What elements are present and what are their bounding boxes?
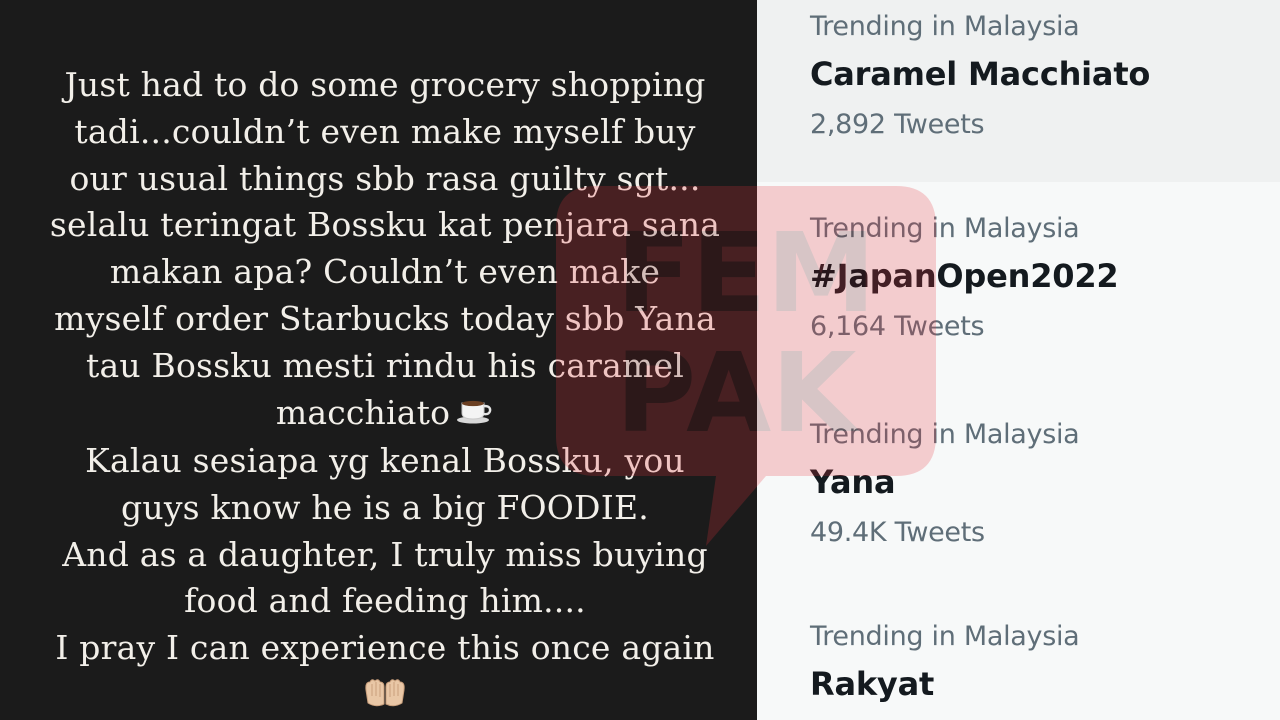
- trend-item[interactable]: Trending in Malaysia #JapanOpen2022 6,16…: [757, 182, 1280, 386]
- trend-item[interactable]: Trending in Malaysia Yana 49.4K Tweets: [757, 386, 1280, 590]
- trend-tweet-count: 49.4K Tweets: [810, 517, 985, 548]
- story-line: tadi...couldn’t even make myself buy: [74, 111, 696, 151]
- coffee-cup-icon: [450, 391, 494, 438]
- trend-tweet-count: 6,164 Tweets: [810, 311, 985, 342]
- story-line-with-icon: macchiato: [20, 390, 750, 438]
- trend-title: Yana: [810, 463, 896, 501]
- story-line-icon-row: [20, 672, 750, 720]
- trend-context: Trending in Malaysia: [810, 11, 1080, 42]
- story-line: food and feeding him....: [184, 581, 586, 621]
- story-line: Just had to do some grocery shopping: [64, 65, 706, 104]
- story-line: myself order Starbucks today sbb Yana: [54, 298, 716, 338]
- trend-title: #JapanOpen2022: [810, 257, 1119, 295]
- story-line: I pray I can experience this once again: [55, 628, 715, 668]
- instagram-story-panel: Just had to do some grocery shopping tad…: [0, 0, 757, 720]
- story-caption: Just had to do some grocery shopping tad…: [20, 62, 750, 720]
- trend-title: Caramel Macchiato: [810, 55, 1151, 93]
- story-line: And as a daughter, I truly miss buying: [62, 534, 708, 574]
- story-line: guys know he is a big FOODIE.: [121, 487, 649, 527]
- trend-item[interactable]: Trending in Malaysia Caramel Macchiato 2…: [757, 0, 1280, 182]
- trends-list: Trending in Malaysia Caramel Macchiato 2…: [757, 0, 1280, 720]
- open-hands-icon: [363, 672, 407, 720]
- story-line: makan apa? Couldn’t even make: [109, 252, 661, 292]
- story-line-text: macchiato: [275, 392, 451, 432]
- trend-title: Rakyat: [810, 665, 935, 703]
- story-line: Kalau sesiapa yg kenal Bossku, you: [85, 440, 685, 480]
- trend-item[interactable]: Trending in Malaysia Rakyat: [757, 590, 1280, 720]
- trend-context: Trending in Malaysia: [810, 213, 1080, 244]
- story-line: tau Bossku mesti rindu his caramel: [86, 345, 684, 385]
- story-line: our usual things sbb rasa guilty sgt...: [69, 158, 701, 198]
- trend-tweet-count: 2,892 Tweets: [810, 109, 985, 140]
- story-line: selalu teringat Bossku kat penjara sana: [49, 205, 721, 245]
- trend-context: Trending in Malaysia: [810, 621, 1080, 652]
- screenshot-canvas: Just had to do some grocery shopping tad…: [0, 0, 1280, 720]
- trend-context: Trending in Malaysia: [810, 419, 1080, 450]
